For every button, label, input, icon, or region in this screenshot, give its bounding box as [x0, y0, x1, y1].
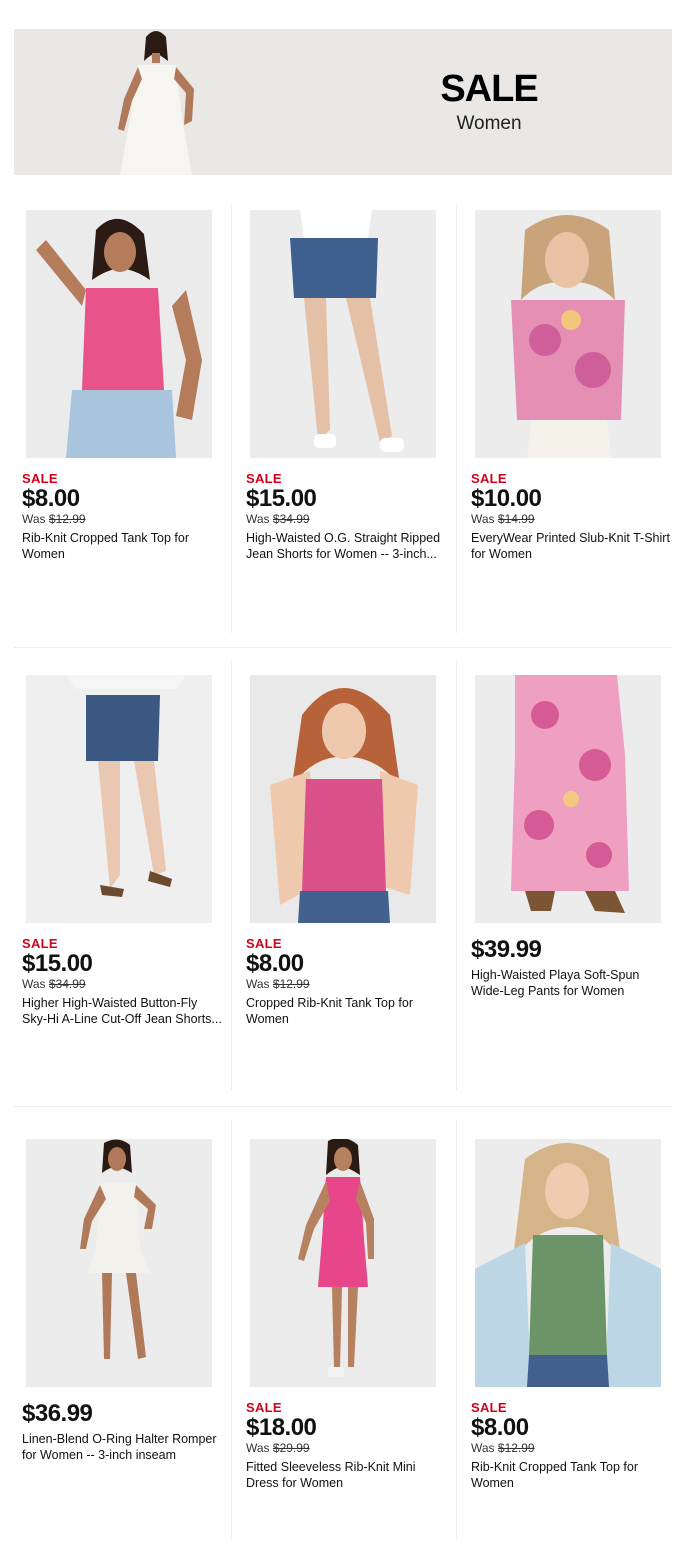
product-card[interactable]: SALE $15.00 Was $34.99 Higher High-Waist…: [22, 675, 236, 1085]
product-image[interactable]: [26, 1139, 212, 1387]
price: $8.00: [22, 485, 80, 512]
product-card[interactable]: $39.99 High-Waisted Playa Soft-Spun Wide…: [471, 675, 685, 1085]
price: $18.00: [246, 1414, 317, 1441]
was-price: Was $14.99: [471, 512, 535, 526]
price: $8.00: [471, 1414, 529, 1441]
price: $15.00: [246, 485, 317, 512]
was-price: Was $29.99: [246, 1441, 310, 1455]
product-name[interactable]: High-Waisted Playa Soft-Spun Wide-Leg Pa…: [471, 967, 671, 999]
was-price: Was $34.99: [22, 977, 86, 991]
product-card[interactable]: SALE $8.00 Was $12.99 Rib-Knit Cropped T…: [471, 1139, 685, 1539]
product-card[interactable]: SALE $15.00 Was $34.99 High-Waisted O.G.…: [246, 210, 460, 630]
was-price: Was $12.99: [22, 512, 86, 526]
sale-label: SALE: [22, 471, 58, 486]
product-card[interactable]: SALE $18.00 Was $29.99 Fitted Sleeveless…: [246, 1139, 460, 1539]
price: $36.99: [22, 1400, 93, 1427]
sale-label: SALE: [471, 1400, 507, 1415]
product-card[interactable]: SALE $10.00 Was $14.99 EveryWear Printed…: [471, 210, 685, 630]
product-name[interactable]: Cropped Rib-Knit Tank Top for Women: [246, 995, 446, 1027]
product-image[interactable]: [475, 1139, 661, 1387]
was-price: Was $12.99: [471, 1441, 535, 1455]
product-name[interactable]: Higher High-Waisted Button-Fly Sky-Hi A-…: [22, 995, 222, 1027]
was-price: Was $34.99: [246, 512, 310, 526]
sale-label: SALE: [246, 1400, 282, 1415]
product-image[interactable]: [250, 1139, 436, 1387]
product-card[interactable]: SALE $8.00 Was $12.99 Cropped Rib-Knit T…: [246, 675, 460, 1085]
product-image[interactable]: [26, 210, 212, 458]
product-name[interactable]: EveryWear Printed Slub-Knit T-Shirt for …: [471, 530, 671, 562]
was-price: Was $12.99: [246, 977, 310, 991]
price: $8.00: [246, 950, 304, 977]
product-name[interactable]: Rib-Knit Cropped Tank Top for Women: [22, 530, 222, 562]
product-image[interactable]: [250, 210, 436, 458]
row-divider: [14, 647, 672, 648]
banner-subtitle: Women: [456, 113, 522, 134]
product-name[interactable]: Linen-Blend O-Ring Halter Romper for Wom…: [22, 1431, 222, 1463]
sale-banner[interactable]: SALE Women: [14, 29, 672, 175]
sale-label: SALE: [246, 936, 282, 951]
product-card[interactable]: $36.99 Linen-Blend O-Ring Halter Romper …: [22, 1139, 236, 1539]
product-image[interactable]: [26, 675, 212, 923]
product-image[interactable]: [475, 210, 661, 458]
price: $10.00: [471, 485, 542, 512]
product-image[interactable]: [250, 675, 436, 923]
banner-model-image: [118, 31, 194, 175]
row-divider: [14, 1106, 672, 1107]
product-image[interactable]: [475, 675, 661, 923]
sale-label: SALE: [471, 471, 507, 486]
price: $39.99: [471, 936, 542, 963]
product-name[interactable]: Fitted Sleeveless Rib-Knit Mini Dress fo…: [246, 1459, 446, 1491]
price: $15.00: [22, 950, 93, 977]
product-name[interactable]: High-Waisted O.G. Straight Ripped Jean S…: [246, 530, 446, 562]
sale-label: SALE: [22, 936, 58, 951]
sale-label: SALE: [246, 471, 282, 486]
banner-title: SALE: [440, 68, 538, 110]
product-card[interactable]: SALE $8.00 Was $12.99 Rib-Knit Cropped T…: [22, 210, 236, 630]
product-name[interactable]: Rib-Knit Cropped Tank Top for Women: [471, 1459, 671, 1491]
